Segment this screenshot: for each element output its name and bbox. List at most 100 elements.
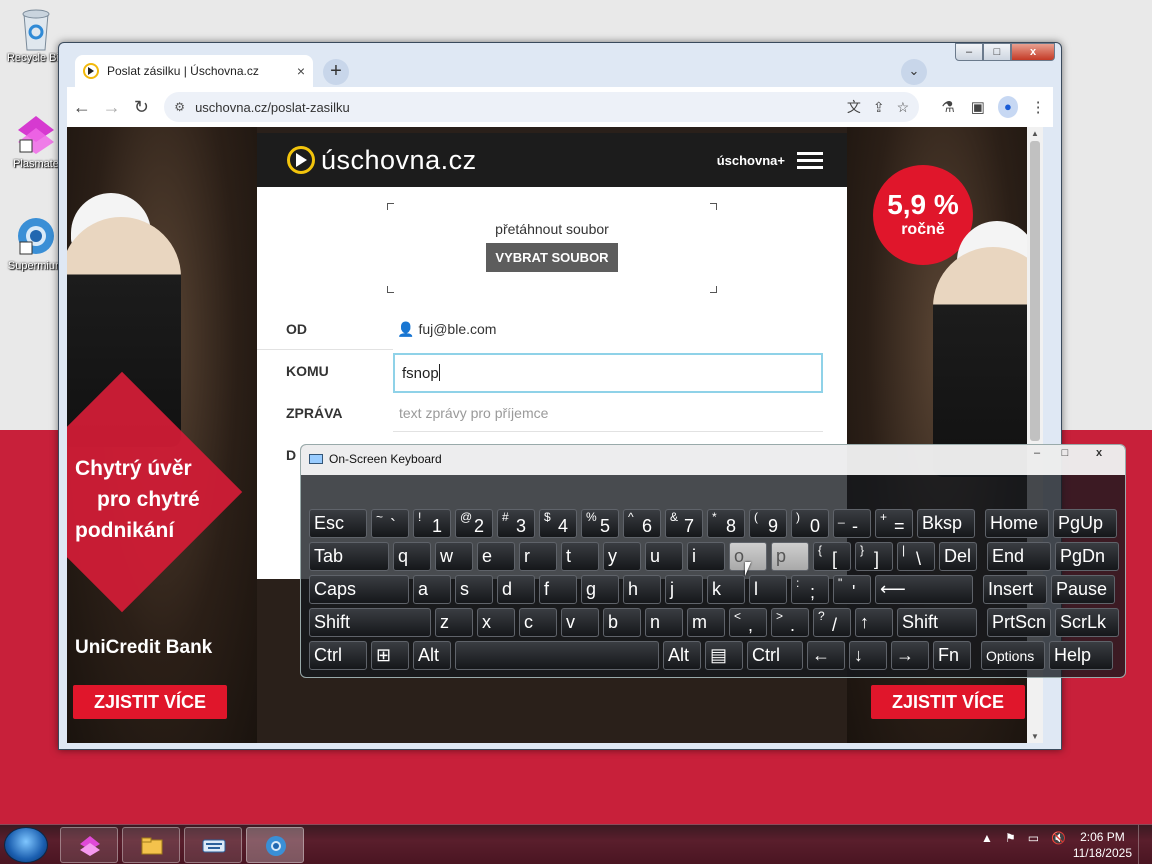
taskbar-supermium[interactable] (246, 827, 304, 863)
osk-key-symbol[interactable]: :; (791, 575, 829, 604)
url-text[interactable]: uschovna.cz/poslat-zasilku (195, 100, 835, 115)
osk-key-m[interactable]: m (687, 608, 725, 637)
osk-key-5[interactable]: % 5 (581, 509, 619, 538)
osk-key-caps[interactable]: Caps (309, 575, 409, 604)
uschovna-logo-icon[interactable] (287, 146, 315, 174)
osk-key-ctrl[interactable]: Ctrl (747, 641, 803, 670)
osk-key-symbol[interactable]: >. (771, 608, 809, 637)
taskbar-osk[interactable] (184, 827, 242, 863)
osk-key-end[interactable]: End (987, 542, 1051, 571)
osk-key-bksp[interactable]: Bksp (917, 509, 975, 538)
osk-key-i[interactable]: i (687, 542, 725, 571)
osk-key-symbol[interactable]: {[ (813, 542, 851, 571)
osk-key-b[interactable]: b (603, 608, 641, 637)
osk-key-symbol[interactable]: ▤ (705, 641, 743, 670)
osk-key-symbol[interactable]: ⊞ (371, 641, 409, 670)
profile-avatar-icon[interactable]: ● (997, 96, 1019, 118)
osk-key-9[interactable]: (9 (749, 509, 787, 538)
osk-key-shift[interactable]: Shift (897, 608, 977, 637)
taskbar-explorer[interactable] (122, 827, 180, 863)
osk-key-c[interactable]: c (519, 608, 557, 637)
hamburger-menu-icon[interactable] (797, 148, 823, 173)
osk-key-del[interactable]: Del (939, 542, 977, 571)
share-icon[interactable]: ⇪ (873, 99, 885, 116)
osk-key-2[interactable]: @2 (455, 509, 493, 538)
osk-minimize-button[interactable]: – (1023, 445, 1051, 463)
tray-expand-icon[interactable]: ▲ (981, 831, 993, 845)
left-ad-banner[interactable]: Chytrý úvěr pro chytré podnikání UniCred… (67, 127, 257, 743)
osk-key-pgdn[interactable]: PgDn (1055, 542, 1119, 571)
osk-key-symbol[interactable]: + = (875, 509, 913, 538)
network-icon[interactable]: ▭ (1028, 831, 1039, 845)
osk-key-space[interactable] (455, 641, 659, 670)
message-textarea[interactable]: text zprávy pro příjemce (399, 405, 548, 421)
osk-key-symbol[interactable]: | \ (897, 542, 935, 571)
system-clock[interactable]: 2:06 PM 11/18/2025 (1073, 829, 1132, 861)
osk-key-symbol[interactable]: _ - (833, 509, 871, 538)
osk-key-symbol[interactable]: }] (855, 542, 893, 571)
osk-key-esc[interactable]: Esc (309, 509, 367, 538)
recipient-email-input[interactable]: fsnop (393, 353, 823, 393)
osk-key-h[interactable]: h (623, 575, 661, 604)
osk-key-symbol[interactable]: ⟵ (875, 575, 973, 604)
osk-key-a[interactable]: a (413, 575, 451, 604)
osk-key-symbol[interactable]: ↓ (849, 641, 887, 670)
scroll-up-arrow-icon[interactable]: ▲ (1027, 129, 1043, 138)
osk-key-v[interactable]: v (561, 608, 599, 637)
osk-key-l[interactable]: l (749, 575, 787, 604)
osk-key-fn[interactable]: Fn (933, 641, 971, 670)
tab-search-button[interactable]: ⌄ (901, 59, 927, 85)
back-arrow-icon[interactable]: ← (67, 97, 97, 118)
osk-key-home[interactable]: Home (985, 509, 1049, 538)
osk-key-x[interactable]: x (477, 608, 515, 637)
osk-key-7[interactable]: & 7 (665, 509, 703, 538)
osk-key-help[interactable]: Help (1049, 641, 1113, 670)
volume-muted-icon[interactable]: 🔇 (1051, 831, 1066, 845)
reload-icon[interactable]: ↻ (127, 97, 157, 118)
menu-kebab-icon[interactable]: ⋮ (1023, 98, 1053, 116)
osk-key-4[interactable]: $4 (539, 509, 577, 538)
scroll-down-arrow-icon[interactable]: ▼ (1027, 732, 1043, 741)
osk-title-bar[interactable]: On-Screen Keyboard – □ x (301, 445, 1125, 475)
osk-key-shift[interactable]: Shift (309, 608, 431, 637)
osk-key-symbol[interactable]: ↑ (855, 608, 893, 637)
osk-key-tab[interactable]: Tab (309, 542, 389, 571)
bookmark-star-icon[interactable]: ☆ (897, 99, 910, 116)
osk-key-p[interactable]: p (771, 542, 809, 571)
osk-key-f[interactable]: f (539, 575, 577, 604)
osk-key-symbol[interactable]: <, (729, 608, 767, 637)
osk-key-1[interactable]: ! 1 (413, 509, 451, 538)
desktop-icon-supermium[interactable]: Supermium (6, 214, 66, 272)
osk-key-pause[interactable]: Pause (1051, 575, 1115, 604)
osk-key-symbol[interactable]: ? / (813, 608, 851, 637)
translate-icon[interactable]: 文 (847, 97, 861, 117)
site-info-icon[interactable]: ⚙ (174, 100, 185, 114)
osk-key-insert[interactable]: Insert (983, 575, 1047, 604)
osk-key-6[interactable]: ^ 6 (623, 509, 661, 538)
osk-key-symbol[interactable]: → (891, 641, 929, 670)
osk-key-s[interactable]: s (455, 575, 493, 604)
osk-key-k[interactable]: k (707, 575, 745, 604)
osk-key-r[interactable]: r (519, 542, 557, 571)
osk-maximize-button[interactable]: □ (1051, 445, 1079, 463)
osk-key-0[interactable]: ) 0 (791, 509, 829, 538)
new-tab-button[interactable]: + (323, 59, 349, 85)
desktop-icon-plasmate[interactable]: Plasmate (6, 112, 66, 170)
action-center-flag-icon[interactable]: ⚑ (1005, 831, 1016, 845)
ad-cta-button[interactable]: ZJISTIT VÍCE (871, 685, 1025, 719)
osk-key-t[interactable]: t (561, 542, 599, 571)
osk-key-e[interactable]: e (477, 542, 515, 571)
osk-key-ctrl[interactable]: Ctrl (309, 641, 367, 670)
osk-key-symbol[interactable]: ← (807, 641, 845, 670)
osk-key-j[interactable]: j (665, 575, 703, 604)
desktop-icon-recycle-bin[interactable]: Recycle Bin (6, 6, 66, 64)
ad-cta-button[interactable]: ZJISTIT VÍCE (73, 685, 227, 719)
osk-key-8[interactable]: * 8 (707, 509, 745, 538)
forward-arrow-icon[interactable]: → (97, 97, 127, 118)
tab-poslat-zasilku[interactable]: Poslat zásilku | Úschovna.cz × (75, 55, 313, 87)
osk-key-n[interactable]: n (645, 608, 683, 637)
osk-key-w[interactable]: w (435, 542, 473, 571)
osk-key-symbol[interactable]: ~ ` (371, 509, 409, 538)
osk-key-pgup[interactable]: PgUp (1053, 509, 1117, 538)
osk-key-3[interactable]: #3 (497, 509, 535, 538)
